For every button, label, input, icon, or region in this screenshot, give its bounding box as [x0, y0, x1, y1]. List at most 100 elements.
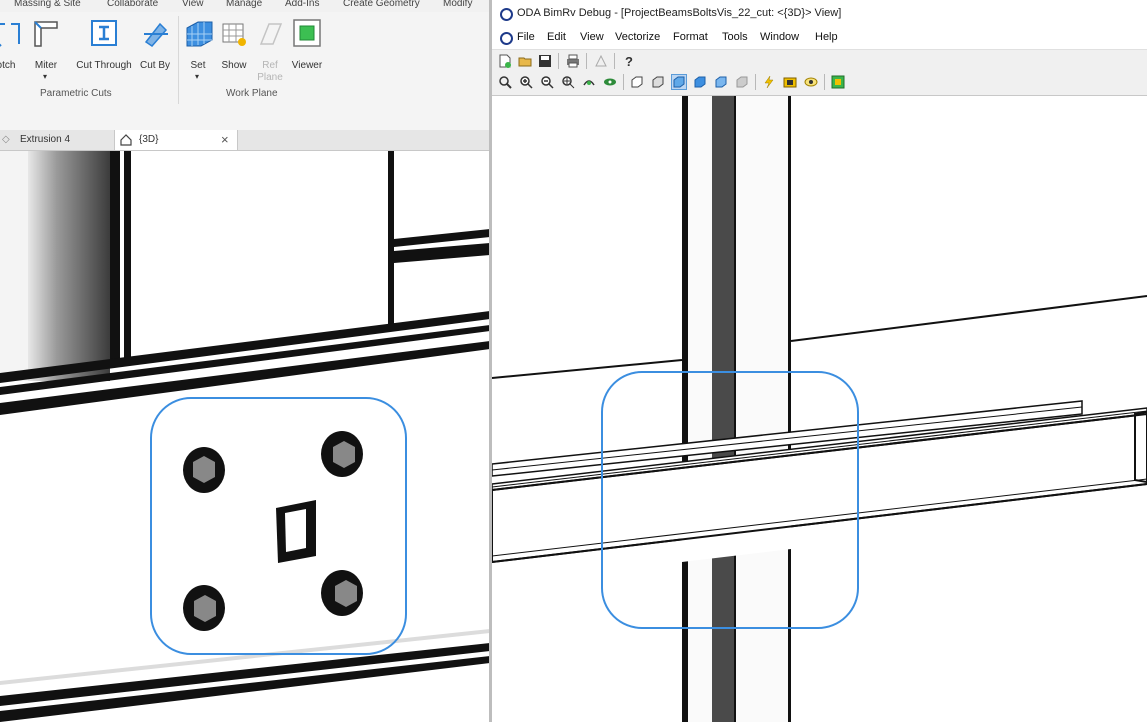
- orbit-icon[interactable]: [582, 75, 596, 89]
- grid-plane-icon: [186, 21, 213, 47]
- visibility-icon[interactable]: [804, 75, 818, 89]
- tab-extrusion-4[interactable]: ◇ Extrusion 4: [0, 130, 112, 150]
- tab-manage[interactable]: Manage: [226, 0, 262, 9]
- toolbar-separator: [824, 74, 825, 90]
- oda-menu-bar: File Edit View Vectorize Format Tools Wi…: [492, 27, 1147, 49]
- toolbar-separator: [755, 74, 756, 90]
- home-icon: [120, 134, 132, 146]
- document-tab-bar: ◇ Extrusion 4 {3D} ×: [0, 130, 490, 151]
- revit-window: Massing & Site Collaborate View Manage A…: [0, 0, 490, 722]
- new-file-icon[interactable]: [498, 54, 512, 68]
- zoom-in-icon[interactable]: [519, 75, 533, 89]
- notch-button[interactable]: otch: [0, 18, 26, 71]
- oda-3d-viewport[interactable]: [492, 96, 1147, 722]
- show-work-plane-button[interactable]: Show: [219, 18, 249, 71]
- menu-file[interactable]: File: [517, 31, 535, 43]
- oda-toolbar-view: [492, 71, 1147, 96]
- miter-label: Miter: [34, 60, 58, 71]
- svg-text:?: ?: [625, 54, 633, 68]
- cut-through-label: Cut Through: [76, 60, 132, 71]
- zoom-extents-icon[interactable]: [498, 75, 512, 89]
- panel-separator: [178, 16, 179, 104]
- zoom-window-icon[interactable]: [561, 75, 575, 89]
- viewer-icon: [293, 19, 321, 47]
- ref-plane-label-line1: Ref: [262, 60, 278, 71]
- cut-through-button[interactable]: Cut Through: [76, 18, 132, 71]
- disabled-tool-icon[interactable]: [594, 54, 608, 68]
- oda-window-title: ODA BimRv Debug - [ProjectBeamsBoltsVis_…: [517, 7, 842, 19]
- miter-dropdown-icon[interactable]: ▾: [43, 72, 47, 81]
- miter-button[interactable]: Miter ▾: [30, 18, 62, 81]
- save-icon[interactable]: [538, 54, 552, 68]
- revit-3d-viewport[interactable]: [0, 151, 490, 722]
- show-plane-icon: [222, 23, 246, 46]
- layers-icon[interactable]: [831, 75, 845, 89]
- properties-icon[interactable]: [783, 75, 797, 89]
- viewer-button[interactable]: Viewer: [290, 18, 324, 71]
- tab-view[interactable]: View: [182, 0, 204, 9]
- open-folder-icon[interactable]: [518, 54, 532, 68]
- bolt-head: [321, 570, 363, 616]
- bolt-head: [183, 447, 225, 493]
- toolbar-separator: [558, 53, 559, 69]
- menu-view[interactable]: View: [580, 31, 604, 43]
- render-mode-icon[interactable]: [735, 75, 749, 89]
- tab-create-geometry[interactable]: Create Geometry: [343, 0, 420, 9]
- shaded-active-icon[interactable]: [671, 74, 687, 90]
- ref-plane-icon: [259, 23, 283, 45]
- miter-icon: [34, 21, 58, 47]
- tab-massing-site[interactable]: Massing & Site: [14, 0, 81, 9]
- bolt-head: [321, 431, 363, 477]
- toolbar-separator: [614, 53, 615, 69]
- set-label: Set: [190, 60, 206, 71]
- tab-add-ins[interactable]: Add-Ins: [285, 0, 319, 9]
- oda-window: ODA BimRv Debug - [ProjectBeamsBoltsVis_…: [492, 0, 1147, 722]
- print-icon[interactable]: [566, 54, 580, 68]
- notch-label: otch: [0, 60, 16, 71]
- menu-window[interactable]: Window: [760, 31, 799, 43]
- menu-format[interactable]: Format: [673, 31, 708, 43]
- toolbar-separator: [586, 53, 587, 69]
- zoom-out-icon[interactable]: [540, 75, 554, 89]
- lightning-icon[interactable]: [762, 75, 776, 89]
- tab-extrusion-label: Extrusion 4: [20, 134, 71, 145]
- menu-tools[interactable]: Tools: [722, 31, 748, 43]
- cut-by-icon: [144, 22, 168, 47]
- cut-by-button[interactable]: Cut By: [138, 18, 172, 71]
- menu-edit[interactable]: Edit: [547, 31, 566, 43]
- help-icon[interactable]: ?: [622, 54, 636, 68]
- bolt-head: [183, 585, 225, 631]
- work-plane-panel-title: Work Plane: [226, 88, 278, 99]
- tab-3d-label: {3D}: [139, 134, 159, 145]
- menu-help[interactable]: Help: [815, 31, 838, 43]
- extrusion-icon: ◇: [2, 134, 10, 145]
- oda-doc-icon[interactable]: [500, 32, 513, 45]
- oda-logo-icon: [500, 8, 513, 21]
- close-icon[interactable]: ×: [221, 130, 229, 150]
- cut-by-label: Cut By: [139, 60, 171, 71]
- eye-view-icon[interactable]: [603, 75, 617, 89]
- set-dropdown-icon[interactable]: ▾: [195, 72, 199, 81]
- wireframe-icon[interactable]: [630, 75, 644, 89]
- tab-3d-view[interactable]: {3D} ×: [114, 130, 238, 150]
- toolbar-separator: [623, 74, 624, 90]
- oda-title-bar: ODA BimRv Debug - [ProjectBeamsBoltsVis_…: [492, 0, 1147, 27]
- ribbon-tab-bar: Massing & Site Collaborate View Manage A…: [0, 0, 490, 12]
- tab-collaborate[interactable]: Collaborate: [107, 0, 158, 9]
- set-work-plane-button[interactable]: Set ▾: [184, 18, 213, 81]
- ref-plane-label-line2: Plane: [257, 72, 283, 83]
- column-shadow: [28, 151, 110, 381]
- notch-icon: [0, 23, 20, 47]
- gouraud-icon[interactable]: [714, 75, 728, 89]
- menu-vectorize[interactable]: Vectorize: [615, 31, 660, 43]
- hidden-line-icon[interactable]: [651, 75, 665, 89]
- cut-through-icon: [91, 20, 117, 46]
- oda-toolbar-main: ?: [492, 49, 1147, 72]
- ref-plane-button[interactable]: Ref Plane: [255, 18, 285, 83]
- flat-shaded-icon[interactable]: [693, 75, 707, 89]
- show-label: Show: [221, 60, 247, 71]
- tab-modify[interactable]: Modify: [443, 0, 472, 9]
- parametric-cuts-panel-title: Parametric Cuts: [40, 88, 112, 99]
- ribbon-panel: otch Miter ▾ Cut Through Cut By: [0, 12, 490, 131]
- viewer-label: Viewer: [291, 60, 323, 71]
